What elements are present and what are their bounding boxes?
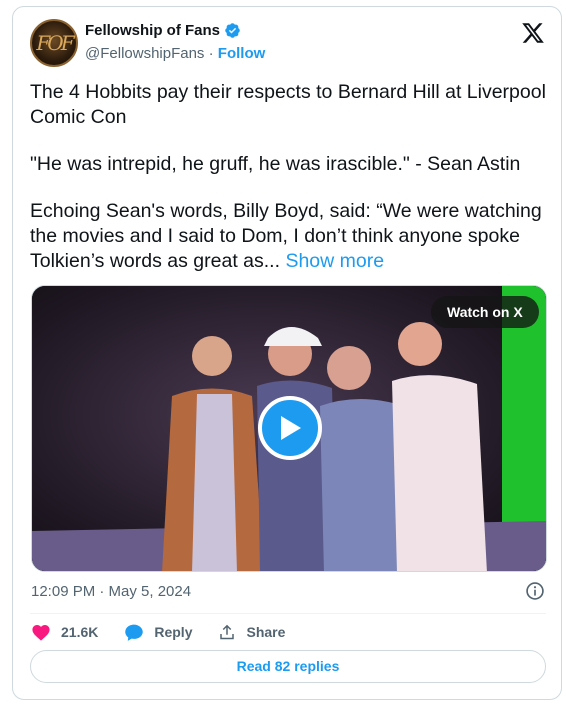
author-handle[interactable]: @FellowshipFans (85, 45, 204, 62)
share-label: Share (246, 624, 286, 640)
verified-badge-icon (225, 23, 240, 38)
watch-on-x-badge[interactable]: Watch on X (431, 296, 539, 328)
separator: · (204, 45, 218, 62)
follow-button[interactable]: Follow (218, 45, 266, 62)
action-bar: 21.6K Reply Share (31, 621, 311, 643)
x-logo-icon[interactable] (521, 21, 545, 45)
reply-bubble-icon (125, 624, 144, 641)
like-button[interactable]: 21.6K (31, 623, 98, 641)
tweet-paragraph: "He was intrepid, he gruff, he was irasc… (30, 153, 521, 175)
avatar-logo-text: FOF (36, 31, 74, 55)
share-icon (220, 624, 235, 639)
video-player[interactable]: Watch on X (31, 285, 547, 572)
timestamp[interactable]: 12:09 PM · May 5, 2024 (31, 583, 191, 600)
handle-row: @FellowshipFans · Follow (85, 45, 265, 62)
reply-button[interactable]: Reply (124, 623, 192, 642)
share-button[interactable]: Share (218, 623, 285, 642)
tweet-paragraph: The 4 Hobbits pay their respects to Bern… (30, 81, 546, 128)
avatar[interactable]: FOF (30, 19, 78, 67)
show-more-link[interactable]: Show more (285, 250, 384, 272)
tweet-paragraph-truncated: Echoing Sean's words, Billy Boyd, said: … (30, 199, 550, 274)
like-count: 21.6K (61, 624, 99, 640)
reply-label: Reply (154, 624, 193, 640)
info-icon[interactable] (525, 581, 545, 601)
author-name[interactable]: Fellowship of Fans (85, 22, 220, 39)
heart-icon (32, 625, 50, 641)
play-icon (281, 416, 301, 440)
read-replies-button[interactable]: Read 82 replies (30, 650, 546, 683)
divider (30, 613, 546, 614)
author-name-row: Fellowship of Fans (85, 22, 241, 39)
tweet-text: The 4 Hobbits pay their respects to Bern… (30, 80, 550, 296)
play-button[interactable] (258, 396, 322, 460)
tweet-card: FOF Fellowship of Fans @FellowshipFans ·… (12, 6, 562, 700)
